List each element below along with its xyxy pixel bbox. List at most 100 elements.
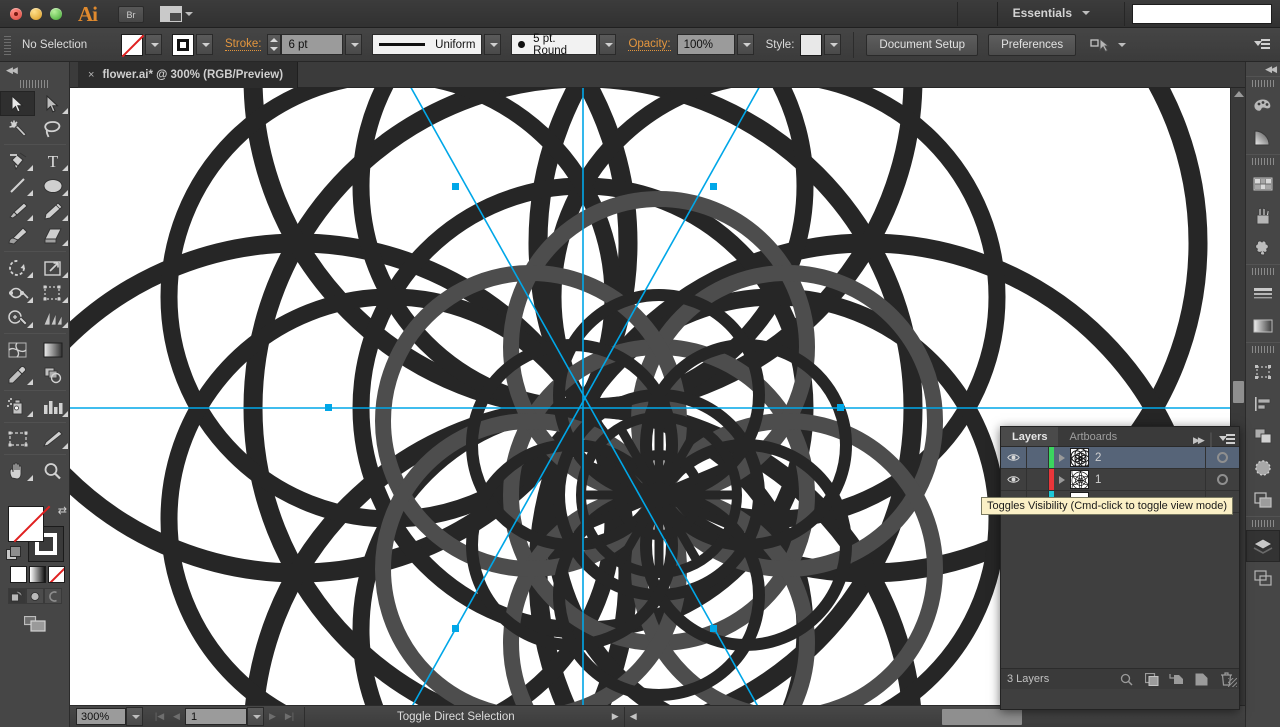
eyedropper-tool[interactable]: [0, 362, 35, 387]
gradient-tool[interactable]: [35, 337, 70, 362]
symbols-panel-icon[interactable]: [1246, 232, 1280, 264]
tools-panel-grip[interactable]: [19, 78, 50, 88]
blend-tool[interactable]: [35, 362, 70, 387]
fill-swatch[interactable]: [8, 506, 44, 542]
line-segment-tool[interactable]: [0, 173, 35, 198]
zoom-tool[interactable]: [35, 458, 70, 483]
chevron-down-icon[interactable]: [1118, 42, 1127, 47]
window-controls[interactable]: [10, 8, 62, 20]
horizontal-scroll-thumb[interactable]: [941, 708, 1022, 725]
layer-target-indicator[interactable]: [1205, 447, 1239, 468]
align-to-pixel-grid-icon[interactable]: [1090, 37, 1110, 53]
pathfinder-panel-icon[interactable]: [1246, 420, 1280, 452]
expand-layer-button[interactable]: [1054, 475, 1070, 484]
dock-group-grip[interactable]: [1252, 157, 1274, 166]
swatches-panel-icon[interactable]: [1246, 168, 1280, 200]
stroke-dropdown-button[interactable]: [196, 34, 213, 55]
search-input[interactable]: [1132, 4, 1272, 24]
layers-panel-icon[interactable]: [1246, 530, 1280, 562]
pencil-tool[interactable]: [35, 198, 70, 223]
draw-behind-button[interactable]: [26, 588, 44, 604]
layer-name[interactable]: 1: [1095, 474, 1205, 486]
paintbrush-tool[interactable]: [0, 198, 35, 223]
stroke-weight-dropdown[interactable]: [345, 34, 363, 55]
swap-fill-stroke-icon[interactable]: ⇄: [58, 504, 67, 517]
color-panel-icon[interactable]: [1246, 90, 1280, 122]
dock-group-grip[interactable]: [1252, 345, 1274, 354]
dock-collapse-button[interactable]: ◀◀: [1246, 62, 1280, 76]
locate-object-button[interactable]: [1114, 669, 1139, 689]
close-window-button[interactable]: [10, 8, 22, 20]
bridge-button[interactable]: Br: [118, 6, 144, 23]
symbol-sprayer-tool[interactable]: [0, 394, 35, 419]
stroke-weight-stepper[interactable]: [267, 34, 282, 55]
stroke-panel-icon[interactable]: [1246, 278, 1280, 310]
make-clipping-mask-button[interactable]: [1139, 669, 1164, 689]
artboard-number-input[interactable]: 1: [185, 708, 247, 725]
toggle-lock-button[interactable]: [1027, 447, 1049, 468]
opacity-dropdown[interactable]: [736, 34, 754, 55]
draw-inside-button[interactable]: [44, 588, 62, 604]
dock-group-grip[interactable]: [1252, 519, 1274, 528]
transform-panel-icon[interactable]: [1246, 356, 1280, 388]
change-screen-mode-button[interactable]: [23, 615, 48, 639]
slice-tool[interactable]: [35, 426, 70, 451]
color-mode-gradient-button[interactable]: [29, 566, 46, 583]
artboards-panel-icon[interactable]: [1246, 562, 1280, 594]
first-artboard-button[interactable]: |◀: [151, 707, 168, 726]
workspace-switcher[interactable]: Essentials: [996, 2, 1090, 26]
artboard-tool[interactable]: [0, 426, 35, 451]
zoom-level-dropdown[interactable]: [126, 707, 143, 726]
stroke-profile-dropdown[interactable]: [484, 34, 502, 55]
create-new-layer-button[interactable]: [1189, 669, 1214, 689]
color-guide-panel-icon[interactable]: [1246, 122, 1280, 154]
dock-group-grip[interactable]: [1252, 79, 1274, 88]
preferences-button[interactable]: Preferences: [988, 33, 1077, 56]
layer-row-1[interactable]: 1: [1001, 469, 1239, 491]
zoom-window-button[interactable]: [50, 8, 62, 20]
brush-definition-select[interactable]: 5 pt. Round: [511, 33, 598, 57]
create-new-sublayer-button[interactable]: [1164, 669, 1189, 689]
toggle-visibility-button[interactable]: [1001, 469, 1027, 490]
graphic-style-swatch[interactable]: [800, 33, 823, 56]
layers-panel-menu-icon[interactable]: [1219, 434, 1235, 446]
vertical-scroll-thumb[interactable]: [1233, 381, 1244, 403]
panel-resize-grip[interactable]: [1228, 678, 1237, 687]
collapse-panel-icon[interactable]: ◀◀: [6, 65, 18, 76]
toggle-lock-button[interactable]: [1027, 469, 1049, 490]
eraser-tool[interactable]: [35, 223, 70, 248]
type-tool[interactable]: T: [35, 148, 70, 173]
pen-tool[interactable]: [0, 148, 35, 173]
brushes-panel-icon[interactable]: [1246, 200, 1280, 232]
ellipse-tool[interactable]: [35, 173, 70, 198]
transparency-panel-icon[interactable]: [1246, 452, 1280, 484]
expand-layer-button[interactable]: [1054, 453, 1070, 462]
stroke-color-swatch[interactable]: [172, 33, 194, 56]
tab-artboards[interactable]: Artboards: [1058, 427, 1128, 446]
horizontal-scroll-left-button[interactable]: ◀: [625, 707, 642, 726]
artboard-navigation-dropdown[interactable]: [247, 707, 264, 726]
opacity-label[interactable]: Opacity:: [628, 38, 671, 51]
shape-builder-tool[interactable]: [0, 305, 35, 330]
control-bar-grip[interactable]: [3, 33, 12, 56]
width-tool[interactable]: [0, 280, 35, 305]
hand-tool[interactable]: [0, 458, 35, 483]
last-artboard-button[interactable]: ▶|: [281, 707, 298, 726]
arrange-documents-button[interactable]: [160, 5, 196, 23]
default-fill-stroke-icon[interactable]: [6, 546, 21, 560]
document-setup-button[interactable]: Document Setup: [866, 33, 979, 56]
layer-name[interactable]: 2: [1095, 452, 1205, 464]
layer-row-2[interactable]: 2: [1001, 447, 1239, 469]
dock-group-grip[interactable]: [1252, 267, 1274, 276]
zoom-level-input[interactable]: 300%: [76, 708, 126, 725]
mesh-tool[interactable]: [0, 337, 35, 362]
layers-panel[interactable]: Layers Artboards ▶▶ | 2 1 3 Layers: [1000, 426, 1240, 710]
stroke-weight-input[interactable]: 6 pt: [281, 34, 344, 55]
free-transform-tool[interactable]: [35, 280, 70, 305]
align-panel-icon[interactable]: [1246, 388, 1280, 420]
next-artboard-button[interactable]: ▶: [264, 707, 281, 726]
stroke-weight-label[interactable]: Stroke:: [225, 38, 262, 51]
toggle-visibility-button[interactable]: [1001, 447, 1027, 468]
column-graph-tool[interactable]: [35, 394, 70, 419]
gradient-panel-icon[interactable]: [1246, 310, 1280, 342]
